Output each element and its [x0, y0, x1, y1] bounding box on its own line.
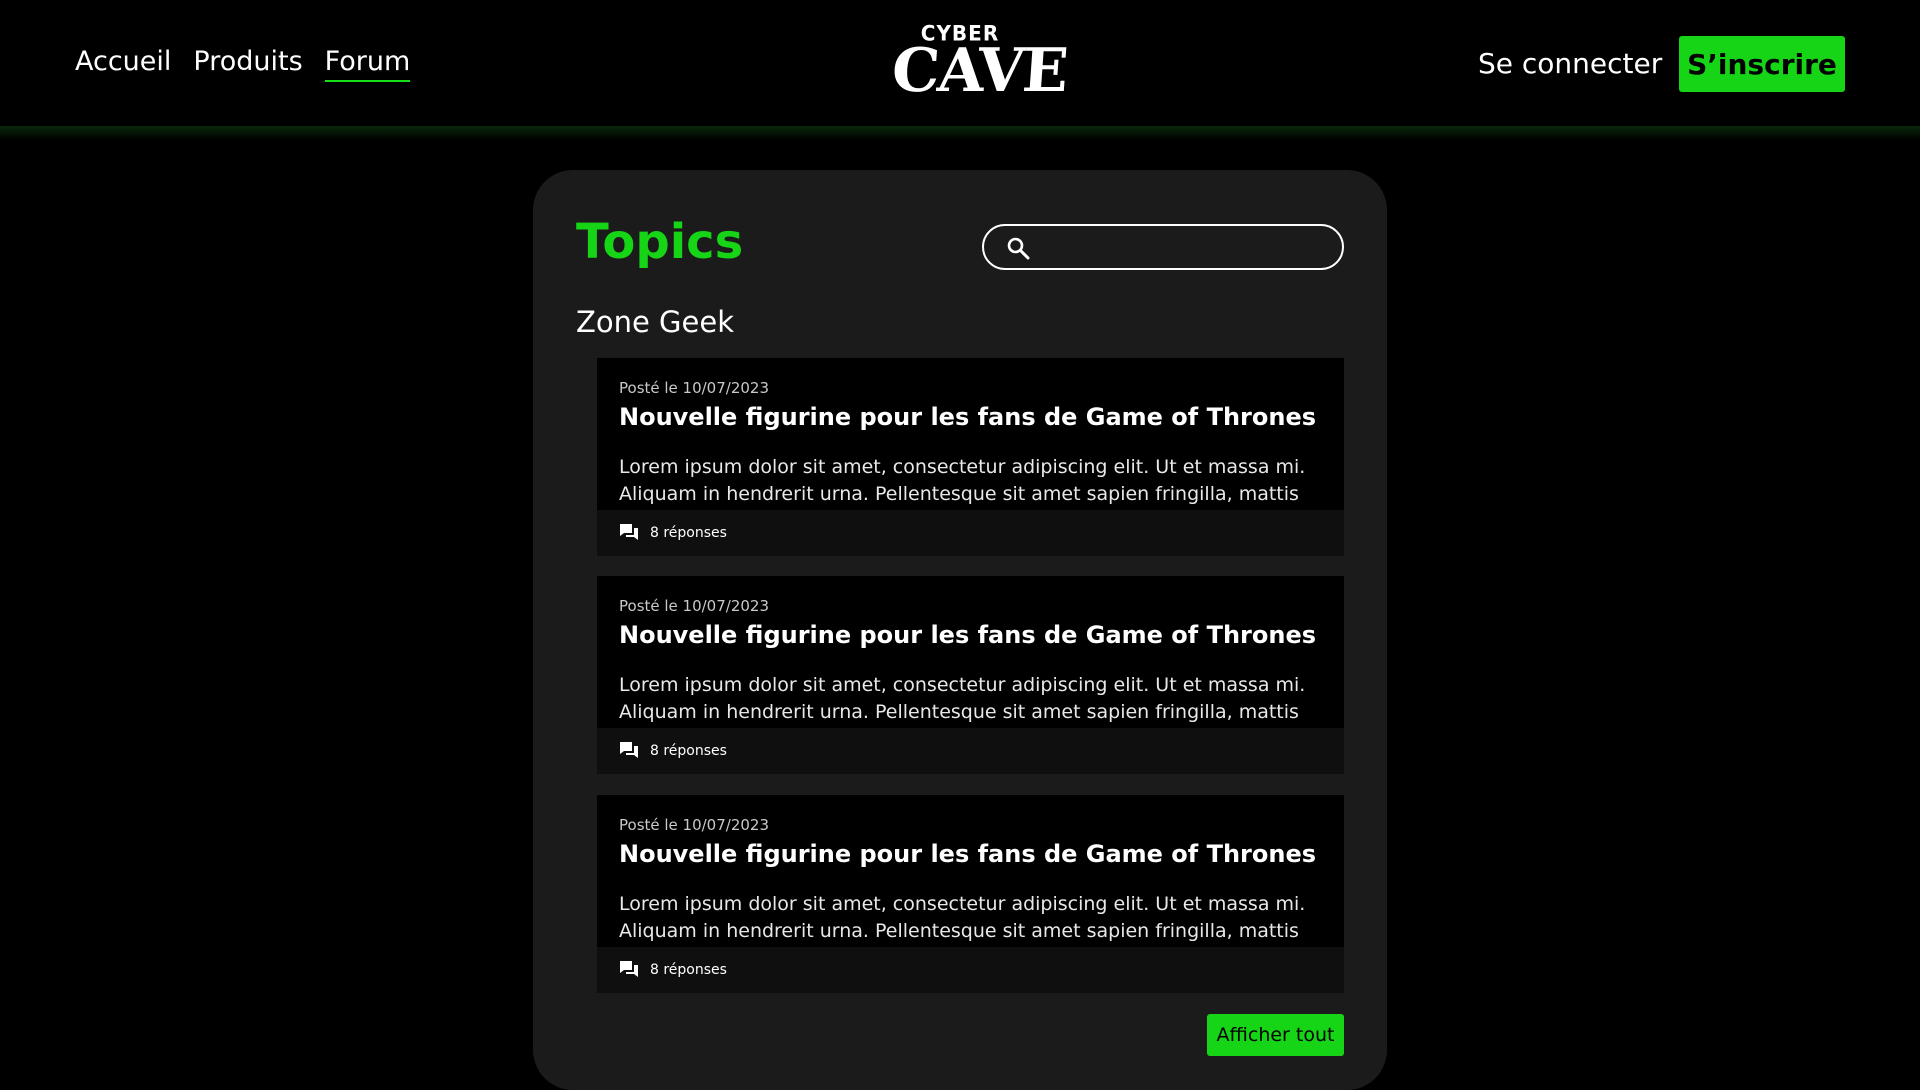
topic-date: Posté le 10/07/2023 [619, 816, 769, 834]
comments-icon [620, 524, 638, 540]
topic-title[interactable]: Nouvelle figurine pour les fans de Game … [619, 401, 1316, 433]
main-nav: Accueil Produits Forum [75, 44, 411, 82]
topic-date: Posté le 10/07/2023 [619, 597, 769, 615]
topic-card[interactable]: Posté le 10/07/2023 Nouvelle figurine po… [597, 358, 1344, 556]
search-bar[interactable] [982, 224, 1344, 270]
topic-footer: 8 réponses [597, 947, 1344, 993]
show-all-button[interactable]: Afficher tout [1207, 1014, 1344, 1056]
topic-title[interactable]: Nouvelle figurine pour les fans de Game … [619, 838, 1316, 870]
topic-card-body: Posté le 10/07/2023 Nouvelle figurine po… [597, 576, 1344, 728]
topic-footer: 8 réponses [597, 728, 1344, 774]
page-title: Topics [576, 214, 744, 270]
forum-panel: Topics Zone Geek Posté le 10/07/2023 Nou… [533, 170, 1387, 1090]
section-title: Zone Geek [576, 305, 734, 339]
header-divider [0, 126, 1920, 140]
search-icon[interactable] [1006, 236, 1030, 260]
search-input[interactable] [1040, 232, 1330, 262]
topic-card[interactable]: Posté le 10/07/2023 Nouvelle figurine po… [597, 795, 1344, 993]
topic-date: Posté le 10/07/2023 [619, 379, 769, 397]
reply-count: 8 réponses [650, 525, 727, 541]
login-link[interactable]: Se connecter [1478, 44, 1662, 84]
reply-count: 8 réponses [650, 962, 727, 978]
reply-count: 8 réponses [650, 743, 727, 759]
signup-button[interactable]: S’inscrire [1679, 36, 1845, 92]
logo-main-text: CAVE [889, 36, 1069, 106]
topic-excerpt: Lorem ipsum dolor sit amet, consectetur … [619, 456, 1306, 505]
topic-card-body: Posté le 10/07/2023 Nouvelle figurine po… [597, 358, 1344, 510]
site-logo[interactable]: CYBER CAVE [889, 21, 1069, 108]
topic-title[interactable]: Nouvelle figurine pour les fans de Game … [619, 619, 1316, 651]
topic-card[interactable]: Posté le 10/07/2023 Nouvelle figurine po… [597, 576, 1344, 774]
topic-excerpt: Lorem ipsum dolor sit amet, consectetur … [619, 893, 1306, 942]
site-header: Accueil Produits Forum CYBER CAVE Se con… [0, 0, 1920, 128]
nav-link-forum[interactable]: Forum [324, 44, 411, 82]
comments-icon [620, 961, 638, 977]
comments-icon [620, 742, 638, 758]
topic-excerpt: Lorem ipsum dolor sit amet, consectetur … [619, 674, 1306, 723]
nav-link-accueil[interactable]: Accueil [75, 44, 171, 82]
topic-footer: 8 réponses [597, 510, 1344, 556]
nav-link-produits[interactable]: Produits [193, 44, 302, 82]
topic-card-body: Posté le 10/07/2023 Nouvelle figurine po… [597, 795, 1344, 947]
